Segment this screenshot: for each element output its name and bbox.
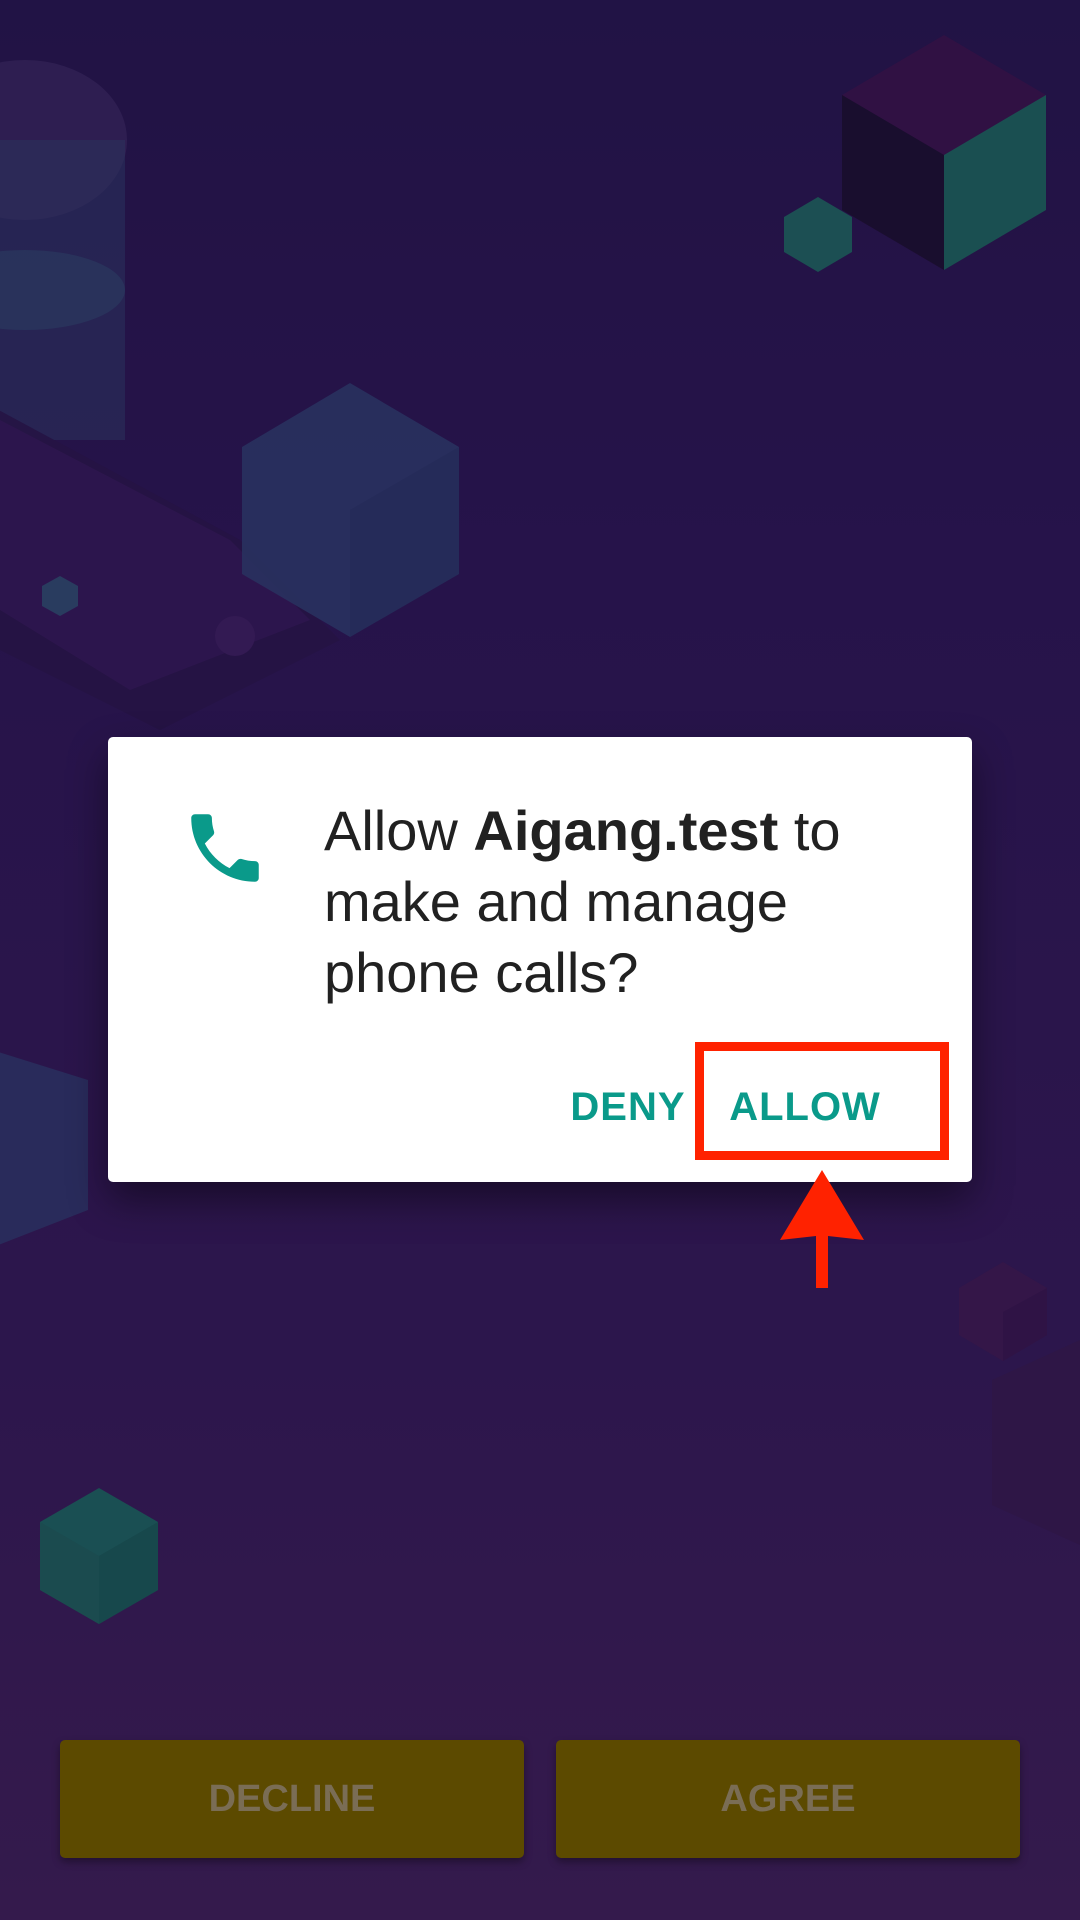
deny-button[interactable]: DENY [563,1077,693,1137]
message-prefix: Allow [324,799,474,862]
phone-icon [191,814,259,882]
agree-button[interactable]: AGREE [556,1740,1020,1858]
decline-button[interactable]: DECLINE [60,1740,524,1858]
app-name: Aigang.test [473,799,779,862]
dialog-message: Allow Aigang.test to make and manage pho… [324,795,924,1008]
arrow-up-icon [780,1170,864,1288]
allow-highlight-box [695,1042,949,1160]
